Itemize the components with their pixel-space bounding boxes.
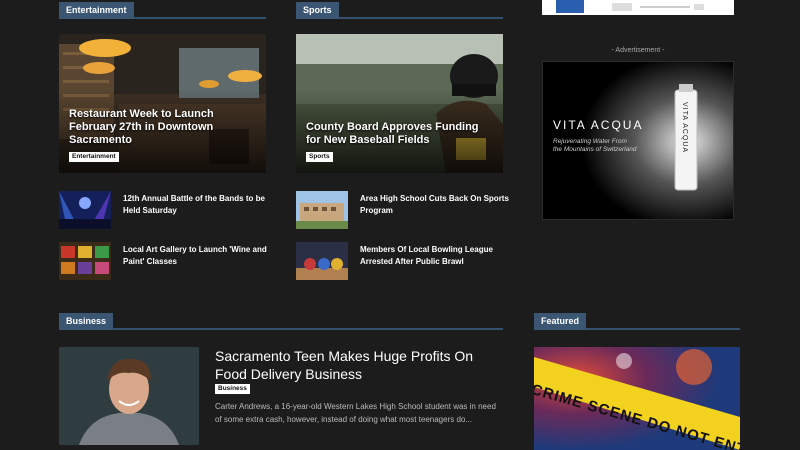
top-ad-art	[556, 0, 704, 13]
advertisement-label: - Advertisement -	[611, 47, 665, 54]
ad-tagline: Rejuvenating Water From the Mountains of…	[553, 138, 636, 154]
business-section-tab[interactable]: Business	[59, 313, 114, 330]
list-item[interactable]: 12th Annual Battle of the Bands to be He…	[59, 191, 266, 229]
business-section-header: Business	[59, 311, 503, 330]
sports-section-header: Sports	[296, 0, 503, 19]
crime-scene-image[interactable]: CRIME SCENE DO NOT ENTER	[534, 347, 740, 450]
concert-thumbnail[interactable]	[59, 191, 111, 229]
business-article-excerpt: Carter Andrews, a 16-year-old Western La…	[215, 402, 496, 424]
sports-feature-card[interactable]: County Board Approves Funding for New Ba…	[296, 34, 503, 173]
entertainment-section-tab[interactable]: Entertainment	[59, 2, 134, 19]
entertainment-category-badge[interactable]: Entertainment	[69, 152, 119, 162]
business-category-badge[interactable]: Business	[215, 384, 250, 394]
list-item-title[interactable]: Local Art Gallery to Launch 'Wine and Pa…	[123, 244, 273, 268]
featured-section-tab[interactable]: Featured	[534, 313, 587, 330]
teen-portrait-image[interactable]	[59, 347, 199, 445]
ad-brand: VITA ACQUA	[553, 118, 644, 132]
sports-section-tab[interactable]: Sports	[296, 2, 339, 19]
school-thumbnail[interactable]	[296, 191, 348, 229]
bowling-thumbnail[interactable]	[296, 242, 348, 280]
ad-tagline-line-1: Rejuvenating Water From	[553, 138, 627, 145]
list-item[interactable]: Local Art Gallery to Launch 'Wine and Pa…	[59, 242, 267, 280]
top-advertisement-banner[interactable]	[542, 0, 734, 15]
list-item-title[interactable]: Area High School Cuts Back On Sports Pro…	[360, 193, 510, 217]
list-item[interactable]: Area High School Cuts Back On Sports Pro…	[296, 191, 509, 229]
list-item-title[interactable]: Members Of Local Bowling League Arrested…	[360, 244, 510, 268]
ad-tagline-line-2: the Mountains of Switzerland	[553, 146, 637, 153]
list-item[interactable]: Members Of Local Bowling League Arrested…	[296, 242, 503, 280]
sports-feature-title[interactable]: County Board Approves Funding for New Ba…	[306, 121, 493, 147]
entertainment-feature-title[interactable]: Restaurant Week to Launch February 27th …	[69, 108, 256, 147]
entertainment-feature-card[interactable]: Restaurant Week to Launch February 27th …	[59, 34, 266, 173]
list-item-title[interactable]: 12th Annual Battle of the Bands to be He…	[123, 193, 273, 217]
business-article-title[interactable]: Sacramento Teen Makes Huge Profits On Fo…	[215, 347, 505, 383]
featured-section-header: Featured	[534, 311, 740, 330]
entertainment-section-header: Entertainment	[59, 0, 266, 19]
bottle-label: VITA ACQUA	[681, 102, 688, 154]
gallery-thumbnail[interactable]	[59, 242, 111, 280]
vita-acqua-advertisement[interactable]: VITA ACQUA Rejuvenating Water From the M…	[542, 61, 734, 220]
sports-category-badge[interactable]: Sports	[306, 152, 333, 162]
